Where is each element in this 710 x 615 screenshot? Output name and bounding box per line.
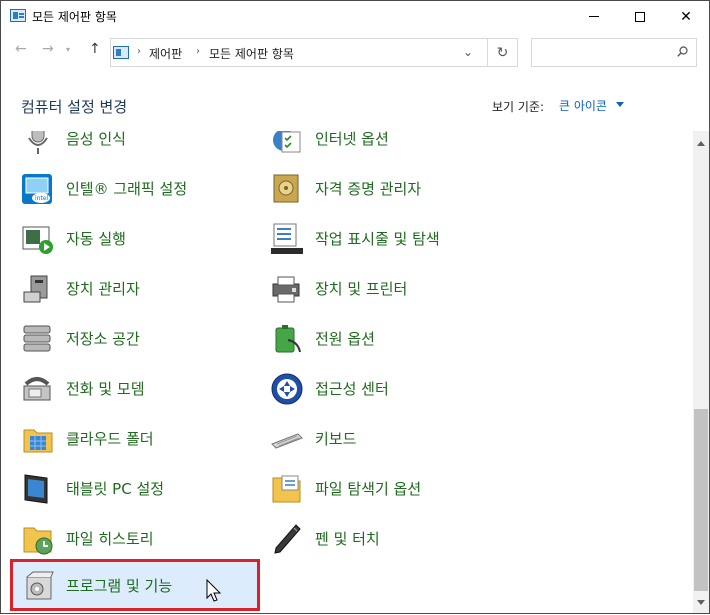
- view-by-label: 보기 기준:: [492, 100, 545, 114]
- item-label: 전원 옵션: [315, 330, 375, 348]
- refresh-button[interactable]: ↻: [487, 39, 517, 66]
- ease-of-access-icon: [271, 373, 303, 405]
- title-bar: 모든 제어판 항목 ✕: [1, 1, 709, 32]
- view-by-dropdown[interactable]: 큰 아이콘: [559, 97, 607, 114]
- close-button[interactable]: ✕: [663, 1, 709, 32]
- microphone-icon: [28, 131, 48, 154]
- control-panel-icon: [10, 9, 26, 22]
- globe-checklist-icon: [273, 131, 301, 153]
- control-panel-icon: [113, 46, 129, 59]
- maximize-button[interactable]: [617, 1, 663, 32]
- forward-button[interactable]: →: [42, 41, 54, 57]
- svg-text:intel: intel: [35, 195, 49, 202]
- back-button[interactable]: ←: [15, 41, 27, 57]
- cloud-folder-icon: [23, 429, 53, 453]
- item-label: 인터넷 옵션: [315, 131, 389, 148]
- minimize-icon: [589, 16, 599, 17]
- item-label: 자격 증명 관리자: [315, 180, 422, 198]
- recent-locations-chevron-icon[interactable]: ▾: [66, 45, 70, 54]
- breadcrumb-control-panel[interactable]: 제어판: [149, 45, 182, 62]
- search-input[interactable]: [531, 38, 697, 67]
- item-label: 클라우드 폴더: [66, 430, 154, 448]
- autoplay-icon: [22, 226, 53, 254]
- item-label: 접근성 센터: [315, 380, 389, 398]
- safe-vault-icon: [273, 174, 299, 203]
- device-manager-icon: [23, 275, 48, 303]
- item-label: 파일 탐색기 옵션: [315, 480, 422, 498]
- items-list: 음성 인식 인터넷 옵션 intel 인텔® 그래픽 설정 자격 증명 관리자 …: [1, 131, 693, 615]
- maximize-icon: [635, 11, 645, 22]
- breadcrumb-all-items[interactable]: 모든 제어판 항목: [209, 45, 294, 62]
- page-title: 컴퓨터 설정 변경: [21, 98, 128, 116]
- item-label: 키보드: [315, 430, 357, 448]
- address-dropdown-icon[interactable]: ⌄: [463, 45, 473, 59]
- pen-icon: [274, 524, 301, 554]
- storage-disks-icon: [23, 325, 51, 352]
- item-label: 자동 실행: [66, 230, 126, 248]
- scroll-down-icon[interactable]: [697, 600, 705, 605]
- breadcrumb-chevron-icon[interactable]: ›: [196, 46, 200, 57]
- tablet-pc-icon: [24, 474, 48, 504]
- keyboard-icon: [271, 433, 303, 449]
- close-icon: ✕: [680, 8, 692, 25]
- taskbar-icon: [271, 223, 303, 254]
- callout-highlight-box: [10, 559, 260, 611]
- search-icon: [677, 46, 688, 57]
- item-label: 장치 관리자: [66, 280, 140, 298]
- minimize-button[interactable]: [571, 1, 617, 32]
- file-history-icon: [23, 527, 53, 555]
- folder-options-icon: [272, 475, 301, 503]
- up-button[interactable]: ↑: [89, 41, 101, 57]
- scroll-thumb[interactable]: [694, 409, 708, 591]
- printer-icon: [272, 276, 300, 303]
- battery-plug-icon: [275, 325, 301, 353]
- mouse-cursor-icon: [206, 579, 222, 602]
- phone-modem-icon: [23, 377, 51, 401]
- item-label: 태블릿 PC 설정: [66, 480, 165, 498]
- item-label: 인텔® 그래픽 설정: [66, 180, 188, 198]
- item-label: 작업 표시줄 및 탐색: [315, 230, 440, 248]
- item-label: 음성 인식: [66, 131, 126, 148]
- vertical-scrollbar[interactable]: [693, 131, 709, 613]
- breadcrumb-chevron-icon[interactable]: ›: [137, 46, 141, 57]
- item-label: 저장소 공간: [66, 330, 140, 348]
- scroll-up-icon[interactable]: [697, 141, 705, 146]
- item-label: 펜 및 터치: [315, 530, 380, 548]
- address-bar[interactable]: › 제어판 › 모든 제어판 항목 ⌄ ↻: [110, 38, 518, 67]
- item-label: 전화 및 모뎀: [66, 380, 145, 398]
- item-label: 장치 및 프린터: [315, 280, 408, 298]
- control-panel-window: 모든 제어판 항목 ✕ ← → ▾ ↑ › 제어판 › 모든 제어판 항목 ⌄ …: [0, 0, 710, 614]
- view-by-caret-icon[interactable]: [616, 102, 624, 107]
- window-title: 모든 제어판 항목: [32, 10, 117, 24]
- intel-graphics-icon: intel: [22, 174, 52, 204]
- item-label: 파일 히스토리: [66, 530, 154, 548]
